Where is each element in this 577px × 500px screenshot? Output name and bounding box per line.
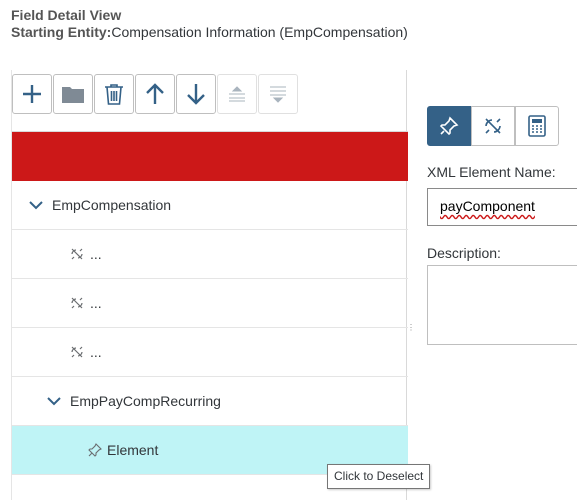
delete-button[interactable] <box>94 74 134 114</box>
tree-row-emppaycomprecurring[interactable]: EmpPayCompRecurring <box>12 377 408 426</box>
expand-all-button[interactable] <box>258 74 298 114</box>
tree-toolbar <box>12 74 298 114</box>
expand-icon <box>270 86 286 103</box>
description-label: Description: <box>427 245 501 261</box>
detail-panel: XML Element Name: payComponent Descripti… <box>427 106 577 345</box>
tree-row-label: ... <box>90 246 102 262</box>
folder-icon <box>62 87 84 103</box>
unlink-icon <box>70 247 84 261</box>
error-bar <box>12 132 408 181</box>
page-header: Field Detail View Starting Entity:Compen… <box>11 7 408 41</box>
xml-element-name-input[interactable]: payComponent <box>427 188 577 226</box>
xml-element-name-label: XML Element Name: <box>427 164 556 180</box>
starting-entity-value: Compensation Information (EmpCompensatio… <box>111 24 408 40</box>
tree-panel: EmpCompensation ... ... ... EmpPayCompRe <box>11 70 408 500</box>
pin-icon <box>439 116 459 136</box>
pin-icon <box>88 443 102 457</box>
tree-row-unlinked[interactable]: ... <box>12 279 408 328</box>
tree-row-unlinked[interactable]: ... <box>12 328 408 377</box>
unlink-icon <box>70 345 84 359</box>
unlink-icon <box>70 296 84 310</box>
calculated-mode-button[interactable] <box>515 106 559 146</box>
move-up-button[interactable] <box>135 74 175 114</box>
arrow-up-icon <box>146 83 164 104</box>
tree-row-label: Element <box>107 442 159 458</box>
move-down-button[interactable] <box>176 74 216 114</box>
starting-entity: Starting Entity:Compensation Information… <box>11 24 408 41</box>
field-tree: EmpCompensation ... ... ... EmpPayCompRe <box>12 131 408 475</box>
tree-row-label: EmpCompensation <box>52 197 172 213</box>
mode-segmented-button <box>427 106 577 146</box>
starting-entity-label: Starting Entity: <box>11 24 112 40</box>
tooltip: Click to Deselect <box>327 464 431 489</box>
plus-icon <box>23 85 41 103</box>
chevron-down-icon[interactable] <box>28 200 44 210</box>
unlink-mode-button[interactable] <box>471 106 515 146</box>
description-textarea[interactable] <box>427 265 577 345</box>
chevron-down-icon[interactable] <box>46 396 62 406</box>
page-title: Field Detail View <box>11 7 122 23</box>
panel-splitter[interactable]: ⋮ <box>407 324 415 338</box>
calculator-icon <box>528 115 546 137</box>
pin-mode-button[interactable] <box>427 106 471 146</box>
tree-row-empcompensation[interactable]: EmpCompensation <box>12 181 408 230</box>
arrow-down-icon <box>187 84 205 105</box>
tree-row-label: ... <box>90 344 102 360</box>
tree-row-unlinked[interactable]: ... <box>12 230 408 279</box>
collapse-icon <box>229 86 245 102</box>
add-folder-button[interactable] <box>53 74 93 114</box>
unlink-icon <box>485 118 501 134</box>
trash-icon <box>105 84 123 105</box>
tree-row-label: EmpPayCompRecurring <box>70 393 221 409</box>
collapse-all-button[interactable] <box>217 74 257 114</box>
tree-row-label: ... <box>90 295 102 311</box>
add-button[interactable] <box>12 74 52 114</box>
